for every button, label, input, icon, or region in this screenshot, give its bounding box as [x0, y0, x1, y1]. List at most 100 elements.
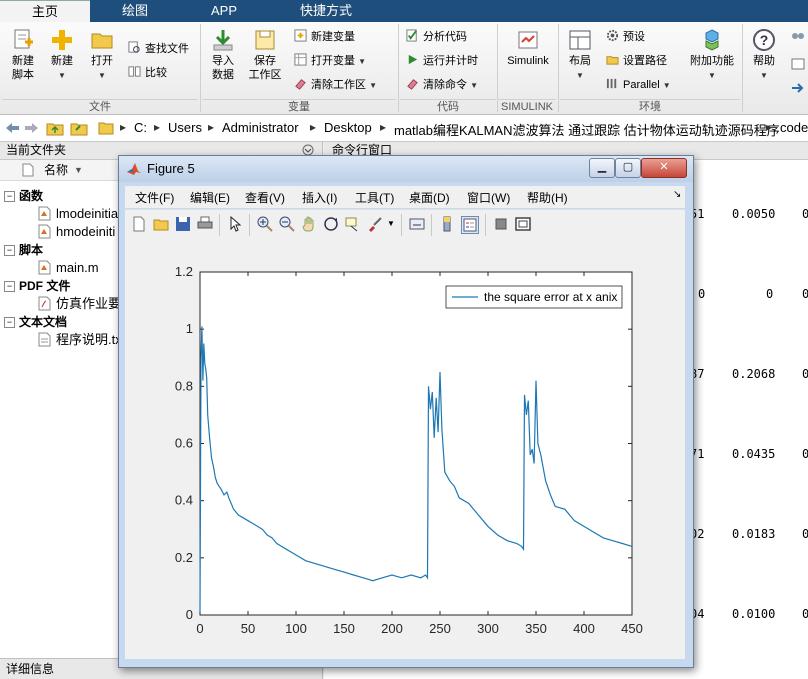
collapse-icon[interactable]: − — [4, 245, 15, 256]
tab-apps[interactable]: APP — [180, 0, 268, 22]
set-path-button[interactable]: 设置路径 — [606, 52, 667, 70]
save-icon[interactable] — [175, 216, 191, 232]
group-pdf-files[interactable]: − PDF 文件 — [4, 278, 70, 294]
list-item[interactable]: hmodeiniti — [38, 224, 115, 240]
addons-button[interactable]: 附加功能 ▼ — [686, 28, 738, 83]
analyze-code-button[interactable]: 分析代码 — [406, 28, 467, 46]
brush-dropdown-icon[interactable]: ▼ — [387, 219, 395, 228]
group-scripts[interactable]: − 脚本 — [4, 242, 43, 258]
zoom-in-icon[interactable] — [257, 216, 273, 232]
figure-window[interactable]: Figure 5 ▁ ▢ ✕ 文件(F) 编辑(E) 查看(V) 插入(I) 工… — [118, 155, 694, 668]
tab-home[interactable]: 主页 — [0, 0, 90, 23]
x-tick-label: 400 — [573, 621, 595, 636]
file-name: 程序说明.tx — [56, 332, 122, 347]
breadcrumb-separator: ▸ — [766, 120, 773, 134]
simulink-button[interactable]: Simulink — [502, 28, 554, 68]
list-item[interactable]: 程序说明.tx — [38, 332, 122, 348]
open-button[interactable]: 打开 ▼ — [86, 28, 118, 83]
breadcrumb-code[interactable]: code — [780, 120, 808, 135]
breadcrumb-c-drive[interactable]: C: — [134, 120, 147, 135]
new-script-button[interactable]: 新建 脚本 — [6, 28, 40, 82]
rotate-3d-icon[interactable] — [323, 216, 339, 232]
menu-tools[interactable]: 工具(T) — [355, 189, 394, 206]
compare-button[interactable]: 比较 — [128, 64, 167, 82]
collapse-icon[interactable]: − — [4, 191, 15, 202]
layout-dropdown-icon: ▼ — [576, 71, 584, 80]
menu-edit[interactable]: 编辑(E) — [190, 189, 230, 206]
back-arrow-icon[interactable] — [4, 121, 20, 135]
learn-icon[interactable] — [790, 80, 806, 96]
import-data-button[interactable]: 导入 数据 — [206, 28, 240, 82]
open-variable-button[interactable]: 打开变量 ▼ — [294, 52, 366, 70]
tab-shortcuts[interactable]: 快捷方式 — [270, 0, 382, 22]
open-file-icon[interactable] — [153, 216, 169, 232]
collapse-icon[interactable]: − — [4, 281, 15, 292]
collapse-icon[interactable]: − — [4, 317, 15, 328]
plus-icon — [52, 30, 72, 50]
breadcrumb-separator: ▸ — [380, 120, 387, 134]
x-tick-label: 250 — [429, 621, 451, 636]
output-value: 0.0183 — [732, 527, 776, 541]
new-figure-icon[interactable] — [131, 216, 147, 232]
menu-insert[interactable]: 插入(I) — [302, 189, 337, 206]
layout-button[interactable]: 布局 ▼ — [564, 28, 596, 83]
breadcrumb-administrator[interactable]: Administrator — [222, 120, 299, 135]
new-variable-button[interactable]: 新建变量 — [294, 28, 355, 46]
browse-folder-icon[interactable] — [70, 120, 88, 136]
close-button[interactable]: ✕ — [641, 158, 687, 178]
forward-arrow-icon[interactable] — [24, 121, 40, 135]
maximize-button[interactable]: ▢ — [615, 158, 641, 178]
pointer-icon[interactable] — [227, 216, 243, 232]
help-label: 帮助 — [753, 55, 775, 67]
pan-hand-icon[interactable] — [301, 216, 317, 232]
breadcrumb-desktop[interactable]: Desktop — [324, 120, 372, 135]
text-file-icon — [38, 332, 51, 347]
menu-window[interactable]: 窗口(W) — [467, 189, 510, 206]
menu-file[interactable]: 文件(F) — [135, 189, 174, 206]
figure-title-bar[interactable]: Figure 5 ▁ ▢ ✕ — [119, 156, 693, 182]
brush-icon[interactable] — [367, 216, 383, 232]
request-support-icon[interactable] — [790, 56, 806, 72]
up-folder-icon[interactable] — [46, 120, 64, 136]
menu-desktop[interactable]: 桌面(D) — [409, 189, 450, 206]
x-tick-label: 0 — [196, 621, 203, 636]
list-item[interactable]: lmodeinitia — [38, 206, 118, 222]
layout-icon — [569, 30, 591, 50]
breadcrumb-project-folder[interactable]: matlab编程KALMAN滤波算法 通过跟踪 估计物体运动轨迹源码程序 — [394, 120, 780, 139]
run-and-time-button[interactable]: 运行并计时 — [406, 52, 478, 70]
parallel-button[interactable]: Parallel ▼ — [606, 76, 671, 94]
group-functions[interactable]: − 函数 — [4, 188, 43, 204]
hide-plot-tools-icon[interactable] — [493, 216, 509, 232]
group-text-documents[interactable]: − 文本文档 — [4, 314, 67, 330]
breadcrumb-users[interactable]: Users — [168, 120, 202, 135]
new-button[interactable]: 新建 ▼ — [46, 28, 78, 83]
data-cursor-icon[interactable] — [345, 216, 361, 232]
save-workspace-button[interactable]: 保存 工作区 — [246, 28, 284, 82]
colorbar-icon[interactable] — [439, 216, 455, 232]
show-plot-tools-icon[interactable] — [515, 216, 531, 232]
breadcrumb-separator: ▸ — [154, 120, 161, 134]
link-plot-icon[interactable] — [409, 216, 425, 232]
find-files-button[interactable]: 查找文件 — [128, 40, 189, 58]
clear-commands-button[interactable]: 清除命令 ▼ — [406, 76, 478, 94]
list-item[interactable]: 仿真作业要 — [38, 296, 121, 312]
figure-canvas[interactable]: 0 50 100 150 200 250 300 350 400 450 0 0.2 0.4 0.6 0.8… — [125, 240, 685, 659]
menu-help[interactable]: 帮助(H) — [527, 189, 568, 206]
community-icon[interactable] — [790, 30, 806, 46]
addons-dropdown-icon: ▼ — [708, 71, 716, 80]
tab-plots[interactable]: 绘图 — [92, 0, 178, 22]
help-button[interactable]: ? 帮助 ▼ — [748, 28, 780, 83]
new-dropdown-icon: ▼ — [58, 71, 66, 80]
clear-workspace-button[interactable]: 清除工作区 ▼ — [294, 76, 377, 94]
menu-view[interactable]: 查看(V) — [245, 189, 285, 206]
preferences-button[interactable]: 预设 — [606, 28, 645, 46]
list-item[interactable]: main.m — [38, 260, 99, 276]
dock-arrow-icon[interactable]: ↘ — [673, 189, 681, 200]
zoom-out-icon[interactable] — [279, 216, 295, 232]
output-value: 0 — [802, 207, 808, 221]
save-workspace-label-1: 保存 — [254, 55, 276, 67]
minimize-button[interactable]: ▁ — [589, 158, 615, 178]
line-chart[interactable]: 0 50 100 150 200 250 300 350 400 450 0 0.2 0.4 0.6 0.8… — [125, 240, 685, 659]
legend-icon[interactable] — [461, 216, 479, 234]
print-icon[interactable] — [197, 216, 213, 232]
